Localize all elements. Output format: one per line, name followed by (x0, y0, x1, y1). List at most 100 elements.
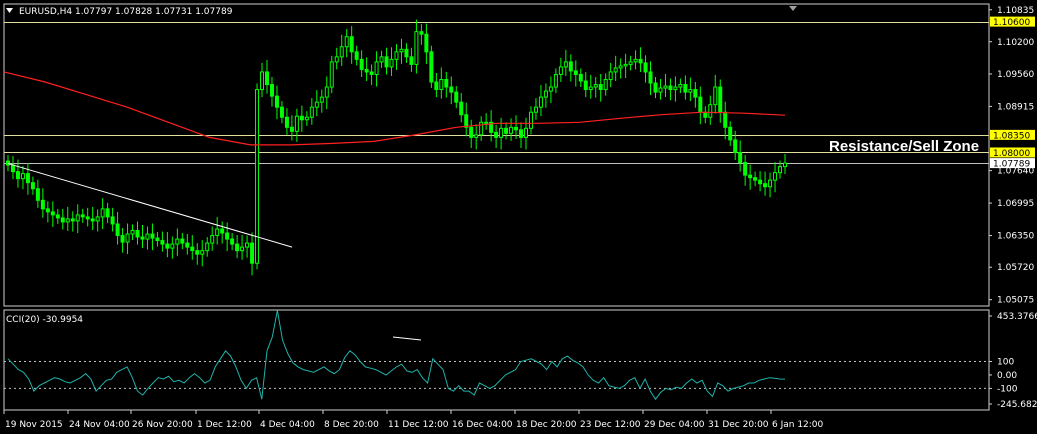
candle-body (613, 67, 618, 73)
candle-body (220, 228, 225, 234)
cci-info: CCI(20) -30.9954 (6, 315, 83, 325)
price-pane-frame (3, 3, 990, 307)
candle-body (773, 172, 778, 181)
candle-body (120, 235, 125, 243)
time-tick-label: 8 Dec 20:00 (324, 420, 379, 430)
candle-body (668, 85, 673, 91)
candle-body (429, 51, 434, 83)
candle-body (279, 106, 284, 118)
candle-body (225, 232, 230, 240)
chart-window[interactable]: 1.10835 1.10200 1.09560 1.08915 1.07640 1.069… (0, 0, 1037, 434)
candle-body (653, 82, 658, 93)
candle-body (115, 223, 120, 237)
candle-body (553, 73, 558, 88)
candle-body (299, 115, 304, 121)
candle-body (329, 61, 334, 88)
candle-body (319, 96, 324, 103)
candle-body (578, 73, 583, 82)
candle-body (165, 243, 170, 249)
price-tick-label: 1.10200 (997, 38, 1034, 48)
candle-body (20, 173, 25, 180)
candle-body (394, 51, 399, 60)
candle-body (274, 95, 279, 108)
candle-body (484, 121, 489, 124)
candle-body (469, 126, 474, 138)
candle-body (543, 90, 548, 98)
candle-body (175, 238, 180, 245)
candle-body (25, 173, 30, 184)
candle-body (643, 62, 648, 73)
candle-body (464, 114, 469, 128)
candle-body (55, 214, 60, 219)
candle-body (50, 211, 55, 216)
candle-body (783, 162, 787, 168)
candle-body (738, 151, 743, 164)
candle-body (334, 56, 339, 63)
candle-body (658, 87, 663, 93)
candle-body (598, 84, 603, 91)
candle-body (289, 126, 294, 132)
candle-body (633, 58, 638, 63)
price-tick-label: 1.10835 (997, 6, 1034, 16)
time-tick-label: 6 Jan 12:00 (772, 420, 824, 430)
cci-line (7, 310, 786, 401)
candle-body (70, 218, 75, 222)
candle-body (504, 127, 509, 134)
price-tick-label: 1.06350 (997, 232, 1034, 242)
candle-body (15, 171, 20, 180)
candle-body (384, 56, 389, 68)
candle-body (284, 116, 289, 128)
candle-body (324, 86, 329, 98)
price-tick-label: 1.08915 (997, 102, 1034, 112)
candle-body (499, 127, 504, 138)
candle-body (10, 164, 15, 173)
candle-body (583, 80, 588, 91)
candle-body (628, 61, 633, 65)
candle-body (155, 237, 160, 242)
candle-body (150, 233, 155, 239)
candle-body (568, 61, 573, 72)
cci-tick-label: 0.00 (997, 371, 1017, 381)
candle-body (459, 101, 464, 116)
candle-body (359, 58, 364, 70)
candle-body (509, 126, 514, 134)
trendline (7, 163, 293, 248)
candle-body (434, 81, 439, 91)
candle-body (95, 216, 100, 222)
candle-body (200, 250, 205, 255)
candle-body (404, 48, 409, 58)
candle-body (389, 58, 394, 68)
menu-triangle-icon[interactable] (6, 8, 13, 13)
candle-body (439, 79, 444, 91)
candle-body (708, 104, 713, 118)
candle-body (409, 56, 414, 65)
candle-body (528, 111, 533, 129)
level-price-label: 1.10600 (993, 18, 1030, 28)
candle-body (558, 66, 563, 75)
cci-drawn-segment (392, 336, 422, 341)
candle-body (688, 89, 693, 93)
cci-tick-label: -100 (997, 384, 1018, 394)
candle-body (713, 86, 718, 106)
candle-body (538, 96, 543, 108)
candle-body (135, 230, 140, 238)
candle-body (419, 31, 424, 35)
price-chart[interactable]: 1.108351.102001.095601.089151.076401.069… (0, 0, 1037, 434)
candle-body (65, 218, 70, 223)
candle-body (339, 46, 344, 58)
candle-body (190, 246, 195, 252)
candle-body (269, 84, 274, 97)
candle-body (524, 127, 528, 138)
candle-body (245, 242, 250, 248)
shift-marker-icon[interactable] (789, 6, 797, 11)
price-tick-label: 1.05075 (997, 296, 1034, 306)
candle-body (80, 214, 85, 218)
candle-body (753, 177, 758, 181)
candle-body (424, 33, 429, 53)
candle-body (304, 116, 309, 121)
price-tick-label: 1.09560 (997, 70, 1034, 80)
candle-body (563, 61, 568, 68)
candle-body (778, 166, 783, 174)
candle-body (548, 86, 553, 92)
cci-tick-label: 453.3766 (997, 312, 1037, 322)
